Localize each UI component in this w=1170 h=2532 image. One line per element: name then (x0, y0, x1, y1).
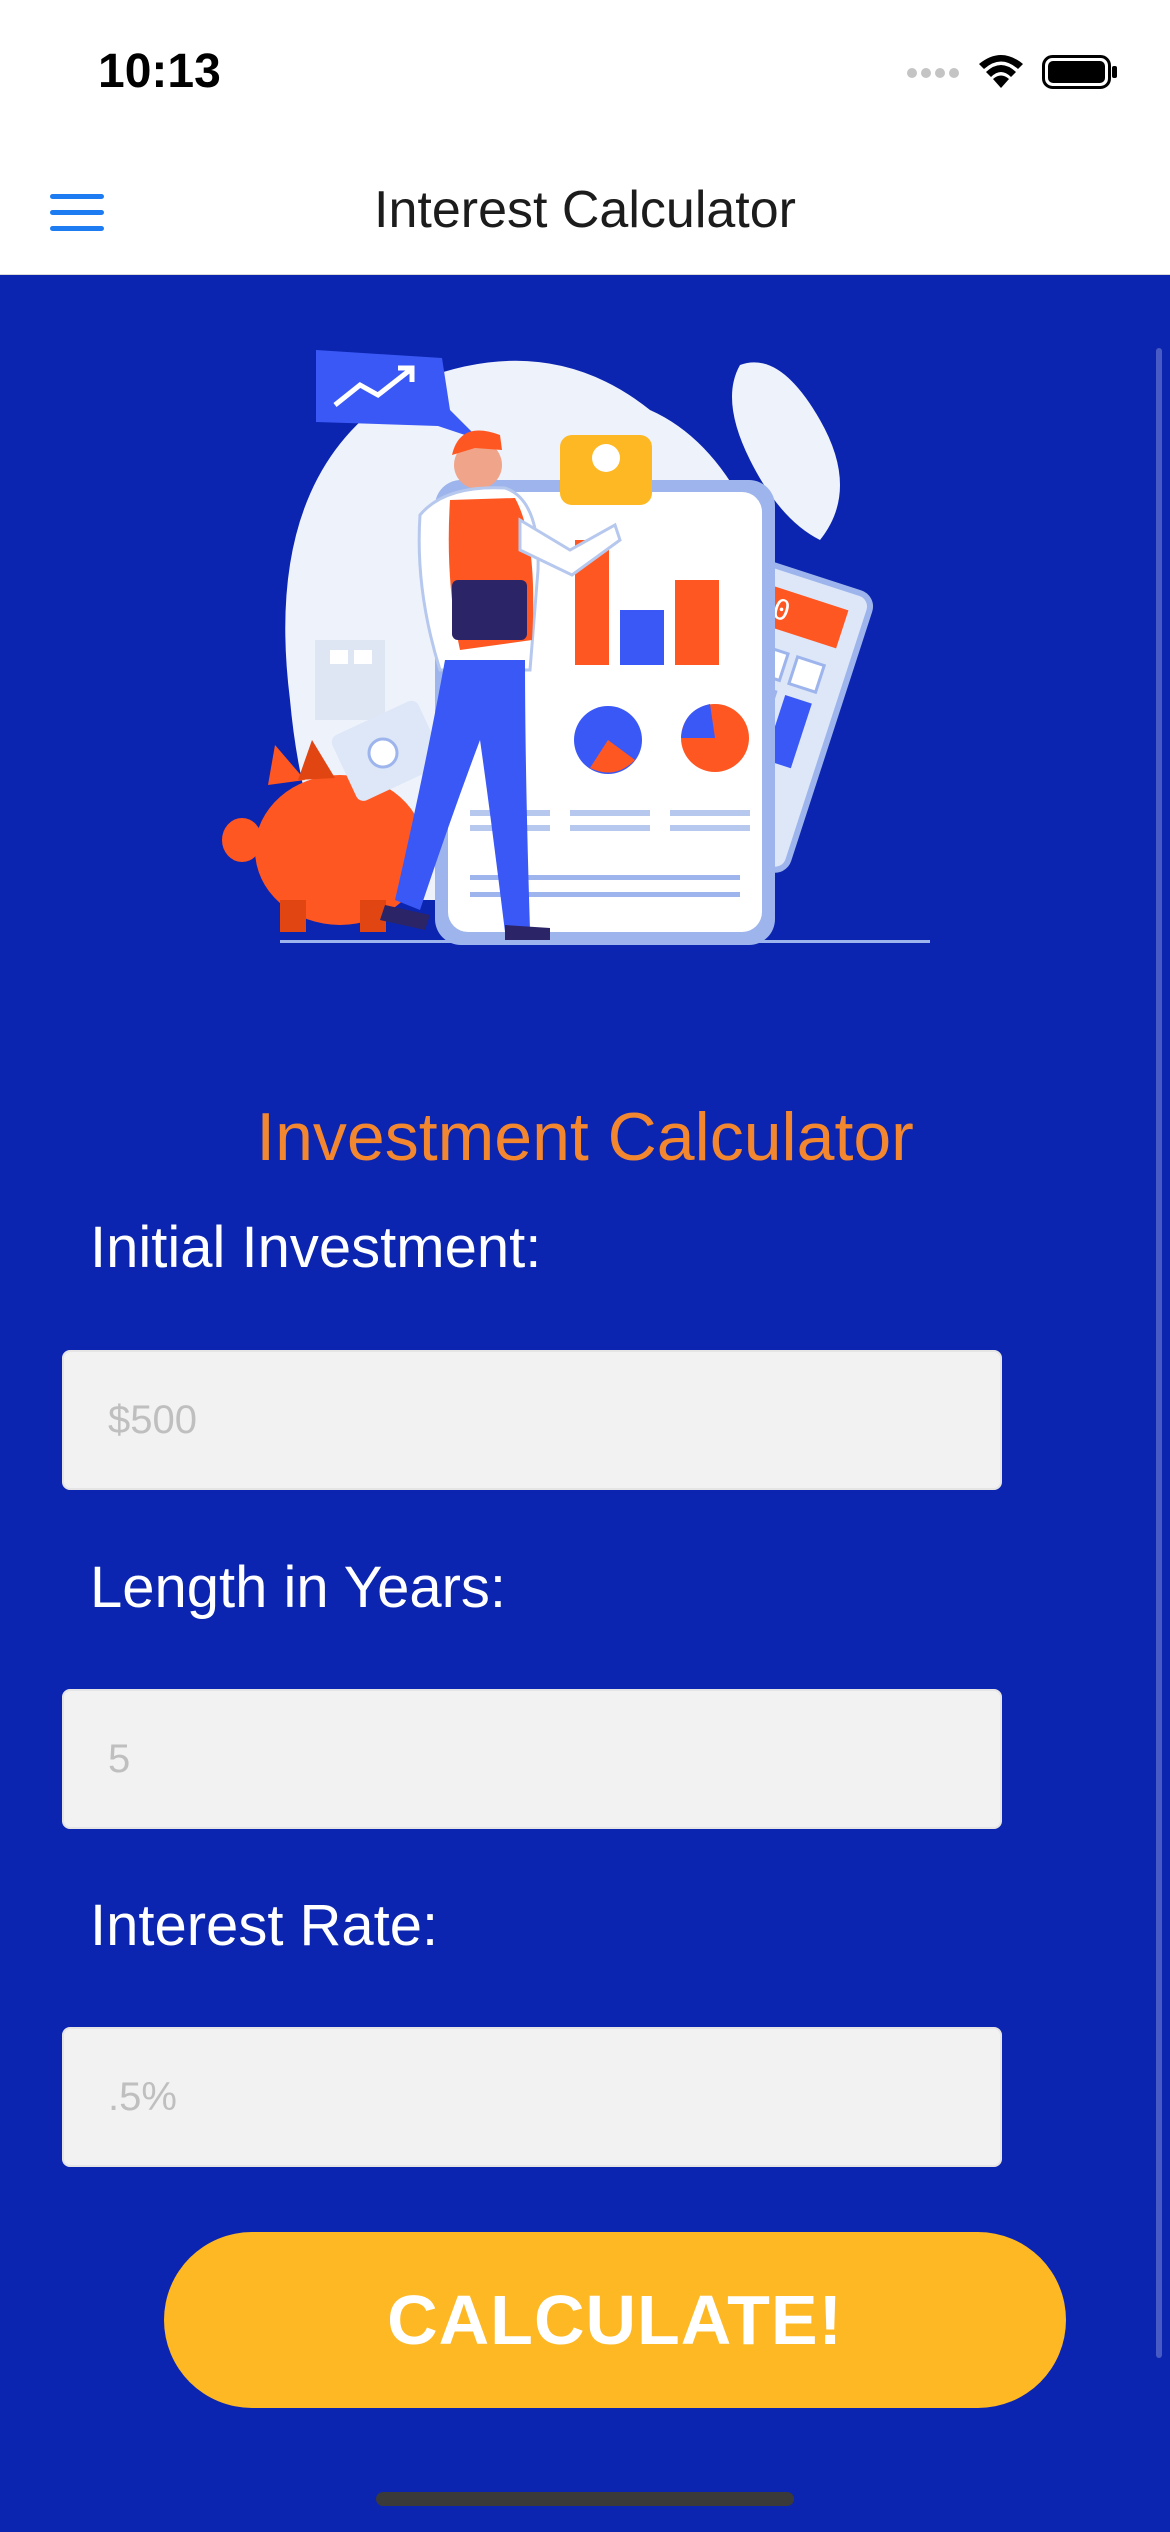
cellular-signal-icon (907, 68, 959, 78)
section-title: Investment Calculator (256, 1099, 914, 1175)
investment-illustration: 000 (222, 350, 930, 945)
scroll-indicator[interactable] (1156, 348, 1162, 2358)
initial-investment-input[interactable] (62, 1350, 1002, 1490)
interest-rate-input[interactable] (62, 2027, 1002, 2167)
battery-icon (1042, 55, 1117, 89)
wifi-icon (979, 55, 1023, 88)
length-in-years-input[interactable] (62, 1689, 1002, 1829)
status-icons (906, 52, 1118, 92)
status-bar: 10:13 (0, 0, 1170, 150)
length-in-years-label: Length in Years: (90, 1555, 507, 1620)
calculate-button[interactable]: CALCULATE! (164, 2232, 1066, 2408)
initial-investment-label: Initial Investment: (90, 1215, 542, 1280)
nav-title: Interest Calculator (374, 181, 796, 239)
interest-rate-label: Interest Rate: (90, 1893, 439, 1958)
status-time: 10:13 (98, 45, 221, 98)
nav-bar: Interest Calculator (0, 150, 1170, 275)
home-indicator[interactable] (376, 2492, 794, 2506)
